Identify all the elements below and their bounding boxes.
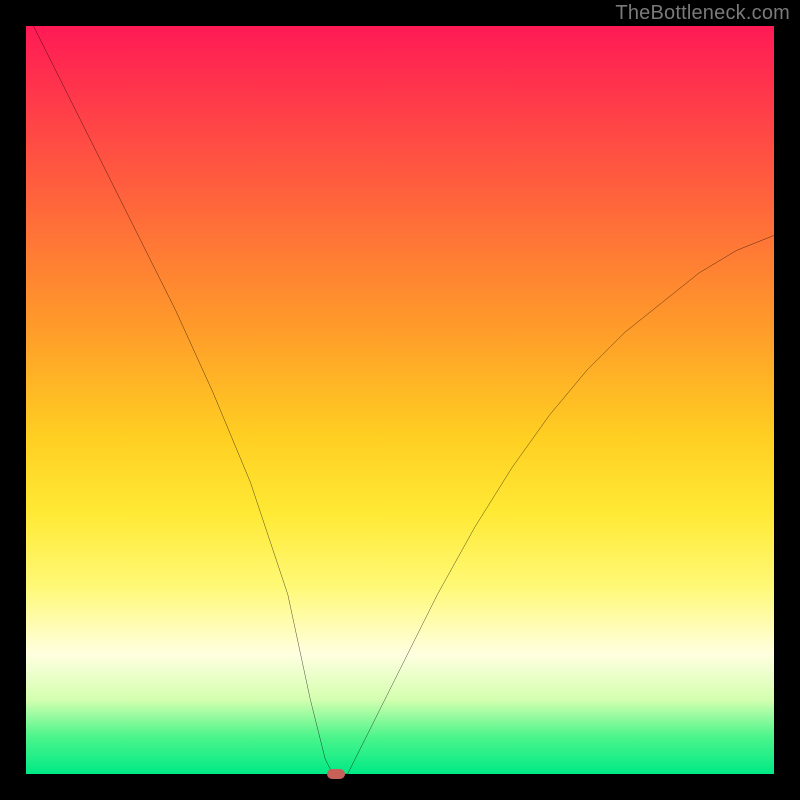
watermark-text: TheBottleneck.com [615, 2, 790, 25]
plot-area [26, 26, 774, 774]
bottleneck-curve-svg [26, 26, 774, 774]
bottleneck-curve-path [33, 26, 774, 774]
chart-stage: TheBottleneck.com [0, 0, 800, 800]
optimum-marker [327, 769, 345, 779]
